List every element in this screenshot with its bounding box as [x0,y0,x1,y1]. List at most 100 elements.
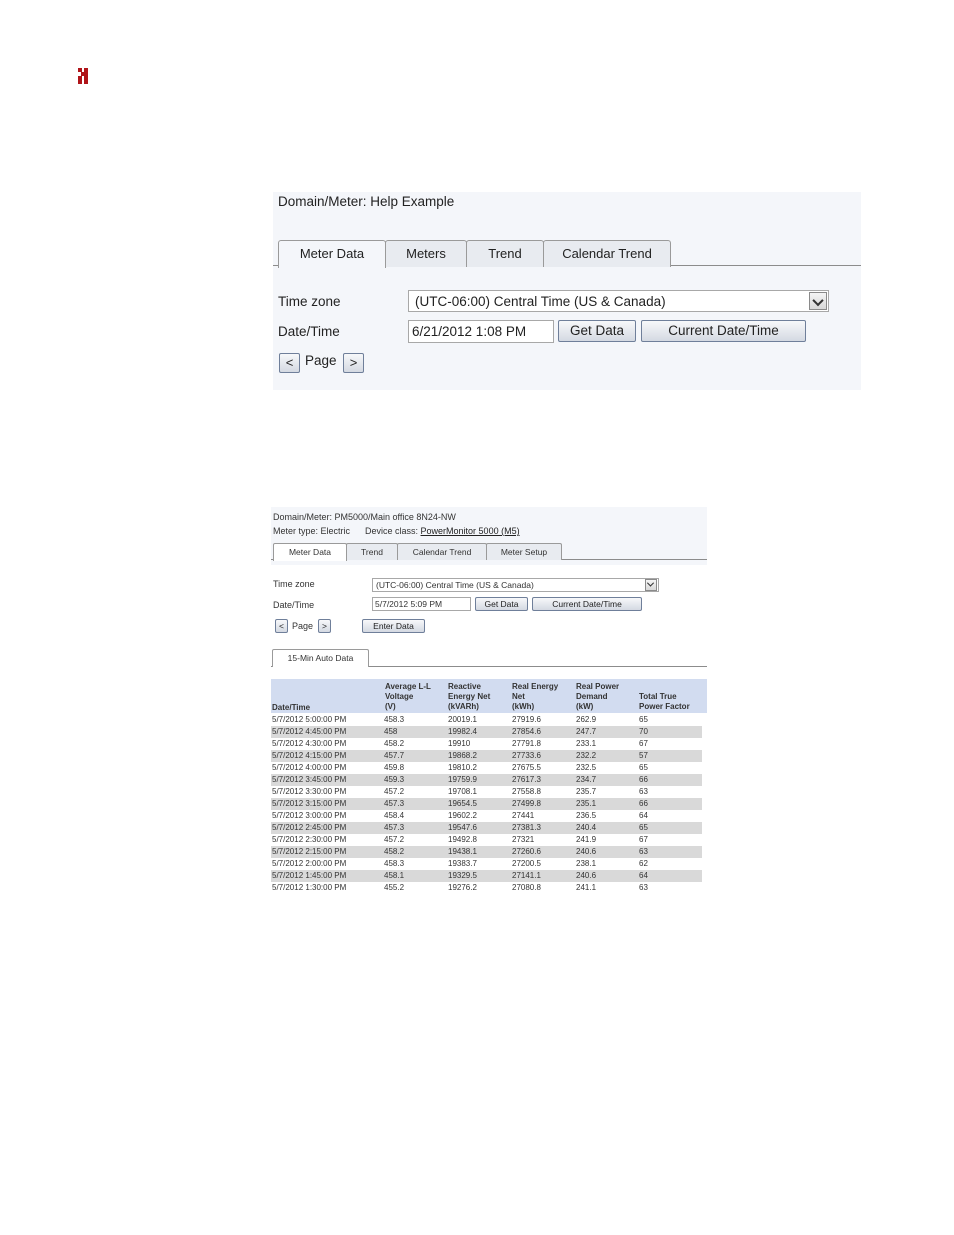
tab-meters[interactable]: Meters [385,240,467,267]
table-cell: 240.4 [576,823,597,832]
prev-page-button[interactable]: < [279,353,300,373]
table-cell: 458 [384,727,398,736]
current-datetime-button[interactable]: Current Date/Time [532,597,642,611]
table-cell: 66 [639,799,648,808]
table-row: 5/7/2012 2:45:00 PM 457.3 19547.6 27381.3 24… [271,822,702,834]
tab-meter-data[interactable]: Meter Data [273,543,347,561]
prev-page-button[interactable]: < [275,619,288,633]
col-header-power-factor: Total True Power Factor [639,692,690,711]
table-cell: 5/7/2012 1:45:00 PM [272,871,347,880]
table-cell: 65 [639,823,648,832]
table-cell: 63 [639,787,648,796]
table-cell: 236.5 [576,811,597,820]
enter-data-button[interactable]: Enter Data [362,619,425,633]
table-cell: 5/7/2012 2:00:00 PM [272,859,347,868]
table-row: 5/7/2012 4:45:00 PM 458 19982.4 27854.6 247.… [271,726,702,738]
table-cell: 458.1 [384,871,405,880]
tab-trend[interactable]: Trend [466,240,544,267]
datetime-input[interactable]: 5/7/2012 5:09 PM [372,597,471,611]
table-row: 5/7/2012 2:15:00 PM 458.2 19438.1 27260.6 24… [271,846,702,858]
table-cell: 19492.8 [448,835,477,844]
tab-trend[interactable]: Trend [346,543,398,560]
tab-meter-setup[interactable]: Meter Setup [486,543,562,560]
table-cell: 5/7/2012 3:15:00 PM [272,799,347,808]
table-row: 5/7/2012 3:00:00 PM 458.4 19602.2 27441 236.… [271,810,702,822]
table-cell: 27791.8 [512,739,541,748]
tab-meter-data[interactable]: Meter Data [278,240,386,268]
current-datetime-button[interactable]: Current Date/Time [641,320,806,342]
next-page-button[interactable]: > [343,353,364,373]
datetime-input[interactable]: 6/21/2012 1:08 PM [408,320,554,343]
table-cell: 27558.8 [512,787,541,796]
table-cell: 238.1 [576,859,597,868]
meter-type-label: Meter type: Electric [273,526,351,536]
table-cell: 19329.5 [448,871,477,880]
tab-calendar-trend[interactable]: Calendar Trend [543,240,671,267]
page-label: Page [292,621,314,631]
table-cell: 232.2 [576,751,597,760]
table-cell: 19654.5 [448,799,477,808]
table-cell: 65 [639,763,648,772]
device-class-link[interactable]: PowerMonitor 5000 (M5) [421,526,520,536]
table-cell: 240.6 [576,847,597,856]
get-data-button[interactable]: Get Data [475,597,528,611]
timezone-select[interactable]: (UTC-06:00) Central Time (US & Canada) [408,290,829,312]
table-cell: 458.2 [384,847,405,856]
table-cell: 458.4 [384,811,405,820]
table-header: Date/Time Average L-L Voltage (V) Reactive… [271,679,707,713]
timezone-value: (UTC-06:00) Central Time (US & Canada) [376,580,534,590]
table-row: 5/7/2012 4:15:00 PM 457.7 19868.2 27733.6 23… [271,750,702,762]
table-cell: 27381.3 [512,823,541,832]
table-row: 5/7/2012 4:00:00 PM 459.8 19810.2 27675.5 23… [271,762,702,774]
table-cell: 233.1 [576,739,597,748]
meter-data-panel-large: Domain/Meter: Help Example Meter Data Me… [273,192,861,390]
table-cell: 5/7/2012 3:45:00 PM [272,775,347,784]
table-cell: 67 [639,739,648,748]
get-data-button[interactable]: Get Data [558,320,636,342]
table-cell: 64 [639,811,648,820]
table-cell: 235.1 [576,799,597,808]
device-class-row: Device class: PowerMonitor 5000 (M5) [365,526,520,536]
table-cell: 241.1 [576,883,597,892]
table-cell: 64 [639,871,648,880]
timezone-value: (UTC-06:00) Central Time (US & Canada) [415,294,666,309]
table-cell: 5/7/2012 2:45:00 PM [272,823,347,832]
chevron-down-icon[interactable] [809,292,827,310]
table-cell: 70 [639,727,648,736]
next-page-button[interactable]: > [318,619,331,633]
table-cell: 457.7 [384,751,405,760]
timezone-label: Time zone [273,579,315,589]
col-header-datetime: Date/Time [272,703,311,712]
tab-15-min-auto-data[interactable]: 15-Min Auto Data [272,649,369,667]
table-cell: 234.7 [576,775,597,784]
table-cell: 232.5 [576,763,597,772]
table-cell: 65 [639,715,648,724]
table-cell: 5/7/2012 2:15:00 PM [272,847,347,856]
table-cell: 5/7/2012 4:00:00 PM [272,763,347,772]
table-cell: 67 [639,835,648,844]
logo-icon [77,68,91,84]
chevron-down-icon[interactable] [645,579,657,591]
table-cell: 262.9 [576,715,597,724]
table-cell: 457.2 [384,835,405,844]
table-cell: 19602.2 [448,811,477,820]
table-cell: 27441 [512,811,535,820]
tab-calendar-trend[interactable]: Calendar Trend [397,543,487,560]
device-class-label: Device class: [365,526,419,536]
table-cell: 19708.1 [448,787,477,796]
table-cell: 27499.8 [512,799,541,808]
table-cell: 19810.2 [448,763,477,772]
table-cell: 19438.1 [448,847,477,856]
table-cell: 20019.1 [448,715,477,724]
table-cell: 5/7/2012 4:15:00 PM [272,751,347,760]
datetime-label: Date/Time [278,324,340,339]
table-cell: 459.3 [384,775,405,784]
page-label: Page [305,353,337,368]
table-cell: 5/7/2012 4:45:00 PM [272,727,347,736]
table-cell: 19910 [448,739,471,748]
col-header-real-power: Real Power Demand (kW) [576,682,620,711]
timezone-select[interactable]: (UTC-06:00) Central Time (US & Canada) [372,578,659,592]
meter-data-panel-small: Domain/Meter: PM5000/Main office 8N24-NW… [271,507,707,897]
timezone-label: Time zone [278,294,341,309]
table-cell: 63 [639,883,648,892]
